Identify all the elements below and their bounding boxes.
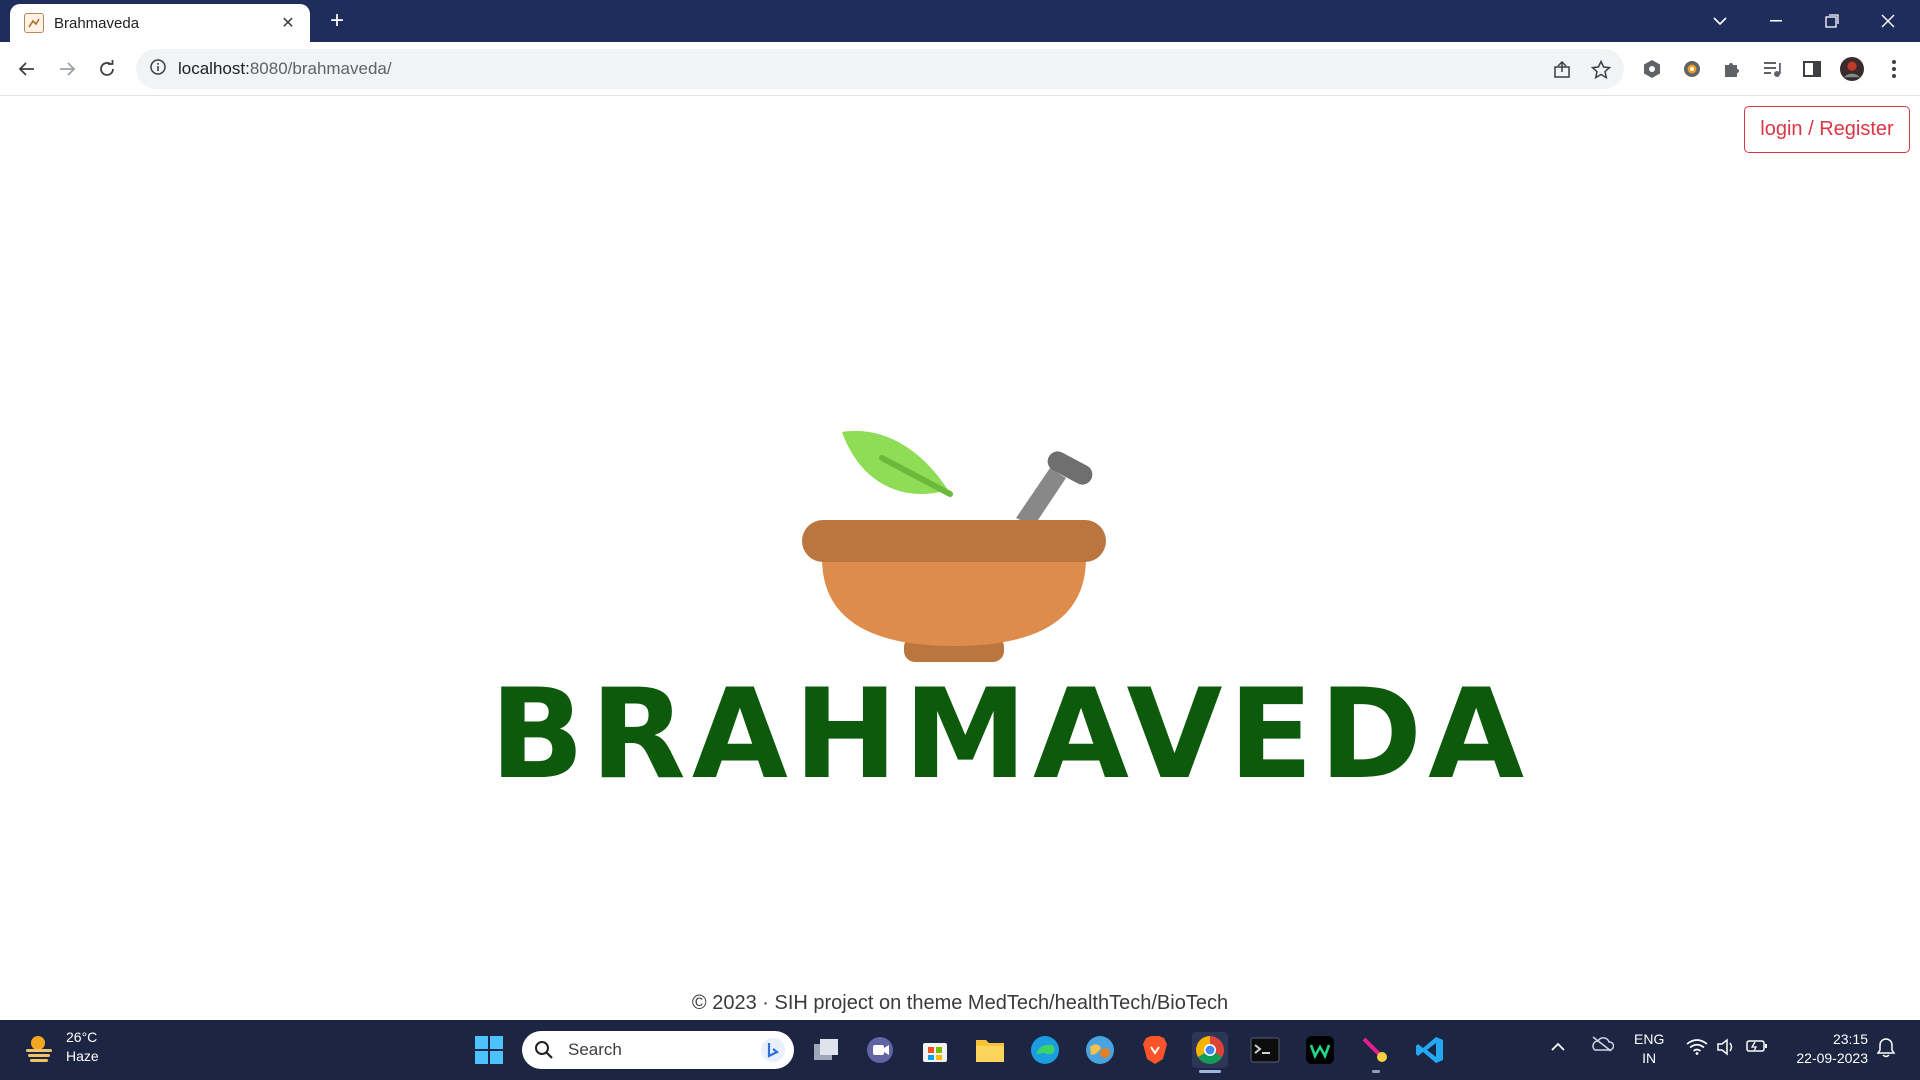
bowl-body [822,558,1086,646]
bing-icon[interactable] [760,1037,786,1063]
minimize-icon[interactable] [1748,0,1804,42]
clock-time: 23:15 [1832,1031,1868,1047]
restore-icon[interactable] [1804,0,1860,42]
language-indicator[interactable]: ENG IN [1634,1030,1664,1068]
windows-taskbar: 26°C Haze Search ENG IN 23:15 22-09-2023 [0,1020,1920,1080]
chrome-icon[interactable] [1192,1032,1228,1068]
bowl-rim [802,520,1106,562]
browser-tab-active[interactable]: Brahmaveda ✕ [10,4,310,42]
pestle-shape [1016,468,1066,526]
task-view-icon[interactable] [808,1032,844,1068]
browser-title-bar: Brahmaveda ✕ + [0,0,1920,42]
wifi-icon[interactable] [1686,1039,1708,1060]
file-explorer-icon[interactable] [972,1032,1008,1068]
start-icon[interactable] [471,1032,507,1068]
tab-title: Brahmaveda [54,14,140,32]
brave-icon[interactable] [1137,1032,1173,1068]
terminal-icon[interactable] [1247,1032,1283,1068]
favicon [24,13,44,33]
url-text: localhost:8080/brahmaveda/ [178,59,392,79]
paint-tool-icon[interactable] [1357,1032,1393,1068]
new-tab-icon[interactable]: + [324,8,350,34]
profile-avatar[interactable] [1840,57,1864,81]
notification-bell-icon[interactable] [1876,1037,1896,1064]
haze-sun-icon [26,1036,52,1062]
menu-icon[interactable] [1882,57,1906,81]
weather-widget[interactable]: 26°C Haze [24,1028,99,1066]
media-icon[interactable] [1760,57,1784,81]
tab-search-icon[interactable] [1692,0,1748,42]
side-panel-icon[interactable] [1800,57,1824,81]
url-path: 8080/brahmaveda/ [249,59,392,78]
chrome-active-indicator [1199,1070,1221,1073]
teams-chat-icon[interactable] [862,1032,898,1068]
browser-globe-icon[interactable] [1082,1032,1118,1068]
extension-icon[interactable] [1640,57,1664,81]
weather-temp: 26°C [66,1029,98,1045]
clock-date: 22-09-2023 [1796,1050,1868,1066]
battery-icon[interactable] [1746,1039,1768,1058]
brand-title: BRAHMAVEDA [489,663,1531,807]
site-info-icon[interactable] [150,58,166,80]
search-placeholder: Search [568,1040,622,1059]
address-bar[interactable]: localhost:8080/brahmaveda/ [136,49,1624,89]
url-host: localhost: [178,59,250,78]
share-icon[interactable] [1551,59,1573,81]
close-icon[interactable]: ✕ [276,11,300,35]
reload-icon[interactable] [91,53,123,85]
store-icon[interactable] [917,1032,953,1068]
edge-icon[interactable] [1027,1032,1063,1068]
brahmaveda-logo [802,430,1106,662]
chevron-up-icon[interactable] [1550,1038,1566,1057]
back-icon[interactable] [11,53,43,85]
footer-text: © 2023 · SIH project on theme MedTech/he… [691,992,1229,1014]
language-code: ENG [1634,1031,1665,1047]
language-region: IN [1642,1050,1657,1066]
clock[interactable]: 23:15 22-09-2023 [1784,1030,1868,1068]
weather-desc: Haze [66,1048,99,1064]
paint-running-indicator [1372,1070,1380,1073]
bookmark-star-icon[interactable] [1590,59,1612,81]
window-close-icon[interactable] [1860,0,1916,42]
puzzle-icon[interactable] [1720,57,1744,81]
browser-toolbar: localhost:8080/brahmaveda/ [0,42,1920,96]
gear-extension-icon[interactable] [1680,57,1704,81]
webstorm-icon[interactable] [1302,1032,1338,1068]
search-icon [535,1041,553,1059]
volume-icon[interactable] [1716,1038,1736,1061]
forward-icon[interactable] [51,53,83,85]
taskbar-search[interactable]: Search [522,1031,794,1069]
onedrive-icon[interactable] [1590,1036,1615,1057]
vscode-icon[interactable] [1412,1032,1448,1068]
login-register-button[interactable]: login / Register [1744,106,1910,153]
